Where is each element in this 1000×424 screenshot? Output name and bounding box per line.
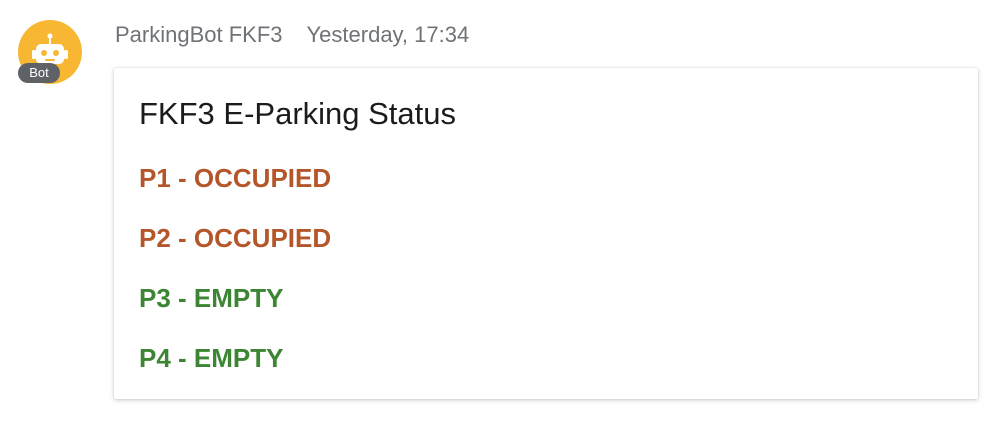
parking-status-item: P3 - EMPTY (139, 283, 284, 313)
sender-name[interactable]: ParkingBot FKF3 (115, 22, 283, 47)
bot-badge: Bot (18, 63, 60, 83)
message-header: ParkingBot FKF3 Yesterday, 17:34 (115, 20, 469, 50)
parking-status-item: P4 - EMPTY (139, 343, 284, 373)
parking-status-item: P1 - OCCUPIED (139, 163, 332, 193)
card-title: FKF3 E-Parking Status (139, 96, 457, 131)
parking-status-list: P1 - OCCUPIED P2 - OCCUPIED P3 - EMPTY P… (139, 160, 331, 400)
bot-message: Bot ParkingBot FKF3 Yesterday, 17:34 FKF3… (0, 0, 1000, 424)
status-card: FKF3 E-Parking Status P1 - OCCUPIED P2 -… (114, 68, 978, 399)
message-timestamp: Yesterday, 17:34 (306, 22, 470, 47)
parking-status-item: P2 - OCCUPIED (139, 223, 332, 253)
